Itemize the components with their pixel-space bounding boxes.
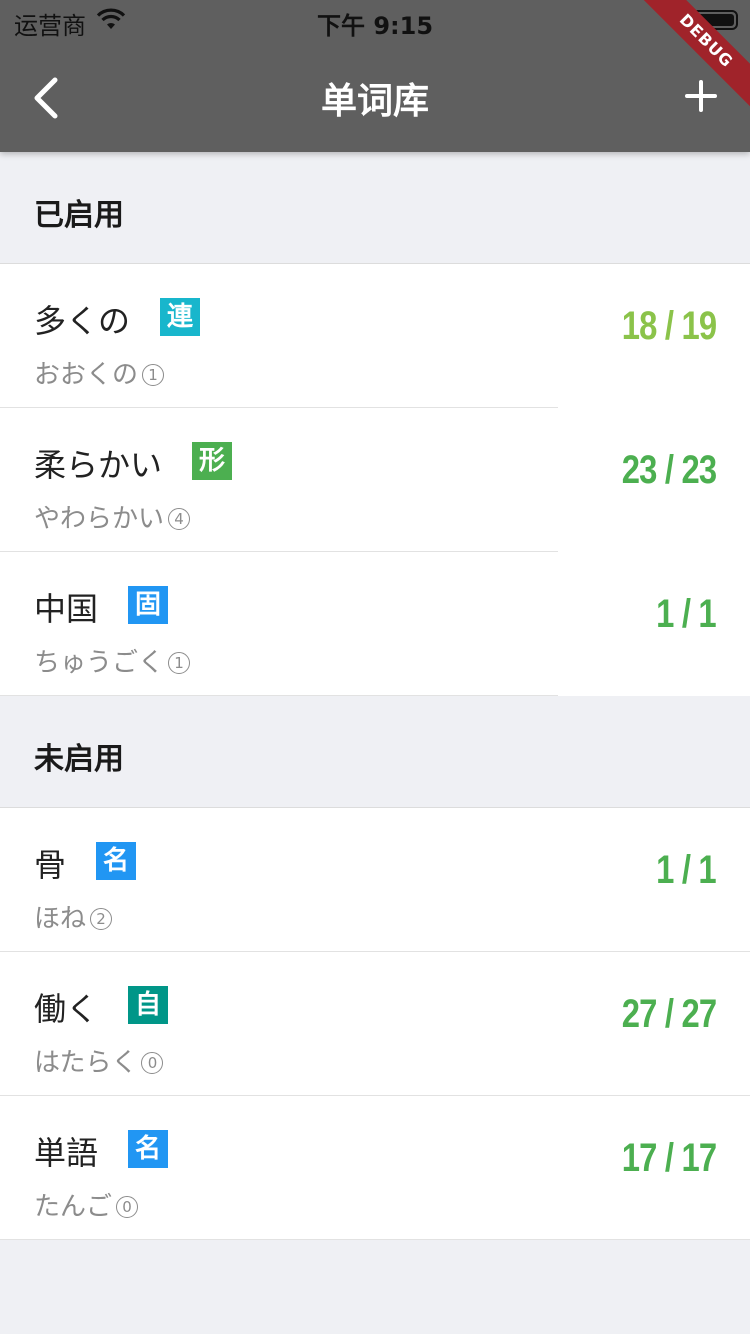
section-header-label: 未启用 — [34, 742, 124, 777]
reading-text: はたらく — [34, 1048, 138, 1078]
progress-count: 18 / 19 — [621, 304, 716, 348]
add-word-button[interactable] — [676, 70, 726, 122]
part-of-speech-badge: 名 — [128, 1130, 168, 1168]
part-of-speech-badge: 連 — [160, 298, 200, 336]
progress-count: 23 / 23 — [621, 448, 716, 492]
reading-text: やわらかい — [34, 504, 165, 534]
pitch-accent-badge: 4 — [168, 508, 191, 530]
reading-text: たんご — [34, 1192, 113, 1222]
word-list-item[interactable]: 単語名たんご 0 17 / 17 — [0, 1096, 750, 1240]
word-text: 骨 — [34, 846, 67, 884]
word-list-item[interactable]: 働く自はたらく 0 27 / 27 — [0, 952, 750, 1096]
word-list-item[interactable]: 柔らかい形やわらかい 4 23 / 23 — [0, 408, 750, 552]
reading-text: ちゅうごく — [34, 648, 165, 678]
word-text: 柔らかい — [34, 446, 163, 484]
app-bar: 运营商 下午 9:15 单词库 DEBUG — [0, 0, 750, 152]
word-reading: たんご 0 — [34, 1186, 139, 1223]
word-list-item[interactable]: 中国固ちゅうごく 1 1 / 1 — [0, 552, 750, 696]
progress-count: 27 / 27 — [621, 992, 716, 1036]
progress-count: 17 / 17 — [621, 1136, 716, 1180]
section-header-label: 已启用 — [34, 198, 124, 233]
pitch-accent-badge: 1 — [168, 652, 191, 674]
word-reading: やわらかい 4 — [34, 498, 191, 535]
section-header: 已启用 — [0, 152, 750, 264]
part-of-speech-badge: 名 — [96, 842, 136, 880]
word-text: 多くの — [34, 302, 131, 340]
page-title: 单词库 — [320, 81, 429, 122]
pitch-accent-badge: 1 — [142, 364, 165, 386]
status-time: 下午 9:15 — [316, 12, 434, 40]
progress-count: 1 / 1 — [656, 848, 717, 892]
status-bar: 运营商 下午 9:15 — [0, 0, 750, 40]
progress-count: 1 / 1 — [656, 592, 717, 636]
row-divider — [0, 1239, 750, 1240]
part-of-speech-badge: 自 — [128, 986, 168, 1024]
plus-icon — [685, 80, 717, 112]
section-header: 未启用 — [0, 696, 750, 808]
pitch-accent-badge: 2 — [90, 908, 113, 930]
word-text: 中国 — [34, 590, 99, 628]
pitch-accent-badge: 0 — [141, 1052, 164, 1074]
word-reading: ちゅうごく 1 — [34, 642, 191, 679]
word-list-item[interactable]: 多くの連おおくの 1 18 / 19 — [0, 264, 750, 408]
reading-text: ほね — [34, 904, 87, 934]
word-reading: おおくの 1 — [34, 354, 165, 391]
part-of-speech-badge: 形 — [192, 442, 232, 480]
reading-text: おおくの — [34, 360, 139, 390]
word-text: 単語 — [34, 1134, 99, 1172]
part-of-speech-badge: 固 — [128, 586, 168, 624]
word-reading: ほね 2 — [34, 898, 113, 935]
pitch-accent-badge: 0 — [116, 1196, 139, 1218]
word-reading: はたらく 0 — [34, 1042, 164, 1079]
word-list-item[interactable]: 骨名ほね 2 1 / 1 — [0, 808, 750, 952]
word-text: 働く — [34, 990, 99, 1028]
